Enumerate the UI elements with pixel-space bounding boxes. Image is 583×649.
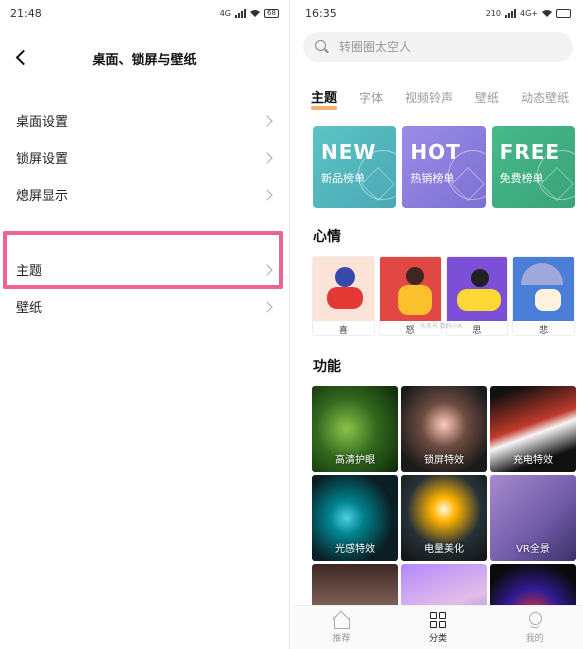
bottom-nav: 推荐 分类 我的 xyxy=(293,605,583,649)
page-title: 桌面、锁屏与壁纸 xyxy=(92,52,197,68)
category-tabs: 主题 字体 视频铃声 壁纸 动态壁纸 xyxy=(293,74,583,114)
function-card-eye-care[interactable]: 高清护眼 xyxy=(312,386,398,472)
banner-title: NEW xyxy=(321,140,377,164)
settings-item-label: 桌面设置 xyxy=(16,115,69,130)
banner-subtitle: 新品榜单 xyxy=(321,172,365,185)
category-icon xyxy=(429,611,446,628)
chevron-right-icon xyxy=(263,153,273,163)
function-label: 高清护眼 xyxy=(335,455,375,466)
function-section-title: 功能 xyxy=(313,359,341,375)
mood-card-sad[interactable]: 悲 xyxy=(512,256,575,336)
status-bar: 21:48 4G 68 xyxy=(0,0,289,26)
function-card-charging-effect[interactable]: 充电特效 xyxy=(490,386,576,472)
signal-icon xyxy=(505,8,516,18)
settings-item-label: 壁纸 xyxy=(16,301,43,316)
status-icons: 210 4G+ xyxy=(485,8,571,18)
banner-subtitle: 免费榜单 xyxy=(499,172,544,185)
tab-video-ringtone[interactable]: 视频铃声 xyxy=(405,89,453,114)
home-icon xyxy=(332,612,351,629)
banner-free[interactable]: FREE 免费榜单 xyxy=(491,126,575,208)
mood-illustration xyxy=(513,257,574,321)
back-arrow-icon[interactable] xyxy=(14,46,30,70)
battery-icon xyxy=(556,8,571,18)
chevron-right-icon xyxy=(263,190,273,200)
chevron-right-icon xyxy=(263,265,273,275)
tab-wallpaper[interactable]: 壁纸 xyxy=(475,89,499,114)
banner-subtitle: 热销榜单 xyxy=(410,172,455,185)
settings-item-label: 主题 xyxy=(16,264,43,279)
function-label: 光感特效 xyxy=(335,544,375,555)
banner-new[interactable]: NEW 新品榜单 xyxy=(313,126,397,208)
banner-hot[interactable]: HOT 热销榜单 xyxy=(402,126,486,208)
chevron-right-icon xyxy=(263,116,273,126)
battery-icon: 68 xyxy=(264,8,279,18)
function-card-vr[interactable]: VR全景 xyxy=(490,475,576,561)
nav-profile[interactable]: 我的 xyxy=(505,611,565,644)
search-bar[interactable] xyxy=(303,32,573,62)
mood-card-happy[interactable]: 喜 xyxy=(312,256,375,336)
profile-icon xyxy=(526,611,544,628)
nav-label: 分类 xyxy=(428,633,447,644)
mood-illustration xyxy=(379,257,441,321)
settings-item-desktop[interactable]: 桌面设置 xyxy=(0,102,289,139)
wifi-icon xyxy=(542,10,552,17)
mood-section-title: 心情 xyxy=(313,229,341,245)
network-label: 4G+ xyxy=(520,8,538,18)
status-bar: 16:35 210 4G+ xyxy=(293,0,583,26)
status-time: 21:48 xyxy=(10,6,42,20)
mood-illustration xyxy=(313,257,374,321)
function-label: VR全景 xyxy=(516,544,550,555)
title-bar: 桌面、锁屏与壁纸 xyxy=(0,26,289,90)
mood-label: 悲 xyxy=(539,325,549,336)
settings-item-lockscreen[interactable]: 锁屏设置 xyxy=(0,139,289,176)
function-label: 电量美化 xyxy=(424,544,464,555)
function-label: 充电特效 xyxy=(513,455,553,466)
banner-title: HOT xyxy=(410,140,461,164)
status-icons: 4G 68 xyxy=(219,8,279,18)
tab-font[interactable]: 字体 xyxy=(359,89,383,114)
nav-label: 推荐 xyxy=(332,633,351,644)
settings-screen: 21:48 4G 68 桌面、锁屏与壁纸 桌面设置 锁屏设置 熄屏显示 主题 壁… xyxy=(0,0,290,649)
tab-theme[interactable]: 主题 xyxy=(311,87,338,114)
wifi-icon xyxy=(250,10,260,17)
status-time: 16:35 xyxy=(305,6,337,20)
function-card-lockscreen-effect[interactable]: 锁屏特效 xyxy=(401,386,487,472)
tab-live-wallpaper[interactable]: 动态壁纸 xyxy=(521,89,569,114)
nav-recommend[interactable]: 推荐 xyxy=(311,612,371,644)
search-icon xyxy=(315,40,329,54)
signal-icon xyxy=(235,8,246,18)
mood-label: 喜 xyxy=(338,325,348,336)
search-input[interactable] xyxy=(339,40,539,54)
nav-category[interactable]: 分类 xyxy=(408,611,468,644)
settings-list: 桌面设置 锁屏设置 熄屏显示 主题 壁纸 xyxy=(0,102,289,325)
settings-item-label: 锁屏设置 xyxy=(16,152,69,167)
ranking-banners: NEW 新品榜单 HOT 热销榜单 FREE 免费榜单 xyxy=(293,126,583,208)
function-card-battery-style[interactable]: 电量美化 xyxy=(401,475,487,561)
network-label: 4G xyxy=(219,8,231,18)
watermark: 头条号·数码小A xyxy=(420,323,463,330)
settings-item-aod[interactable]: 熄屏显示 xyxy=(0,176,289,213)
mood-illustration xyxy=(446,257,508,321)
settings-item-label: 熄屏显示 xyxy=(16,189,69,204)
chevron-right-icon xyxy=(263,302,273,312)
banner-title: FREE xyxy=(499,140,561,164)
function-label: 锁屏特效 xyxy=(424,455,464,466)
network-speed: 210 xyxy=(485,8,501,18)
settings-item-wallpaper[interactable]: 壁纸 xyxy=(0,288,289,325)
nav-label: 我的 xyxy=(525,633,544,644)
function-card-light-effect[interactable]: 光感特效 xyxy=(312,475,398,561)
settings-item-theme[interactable]: 主题 xyxy=(0,251,289,288)
